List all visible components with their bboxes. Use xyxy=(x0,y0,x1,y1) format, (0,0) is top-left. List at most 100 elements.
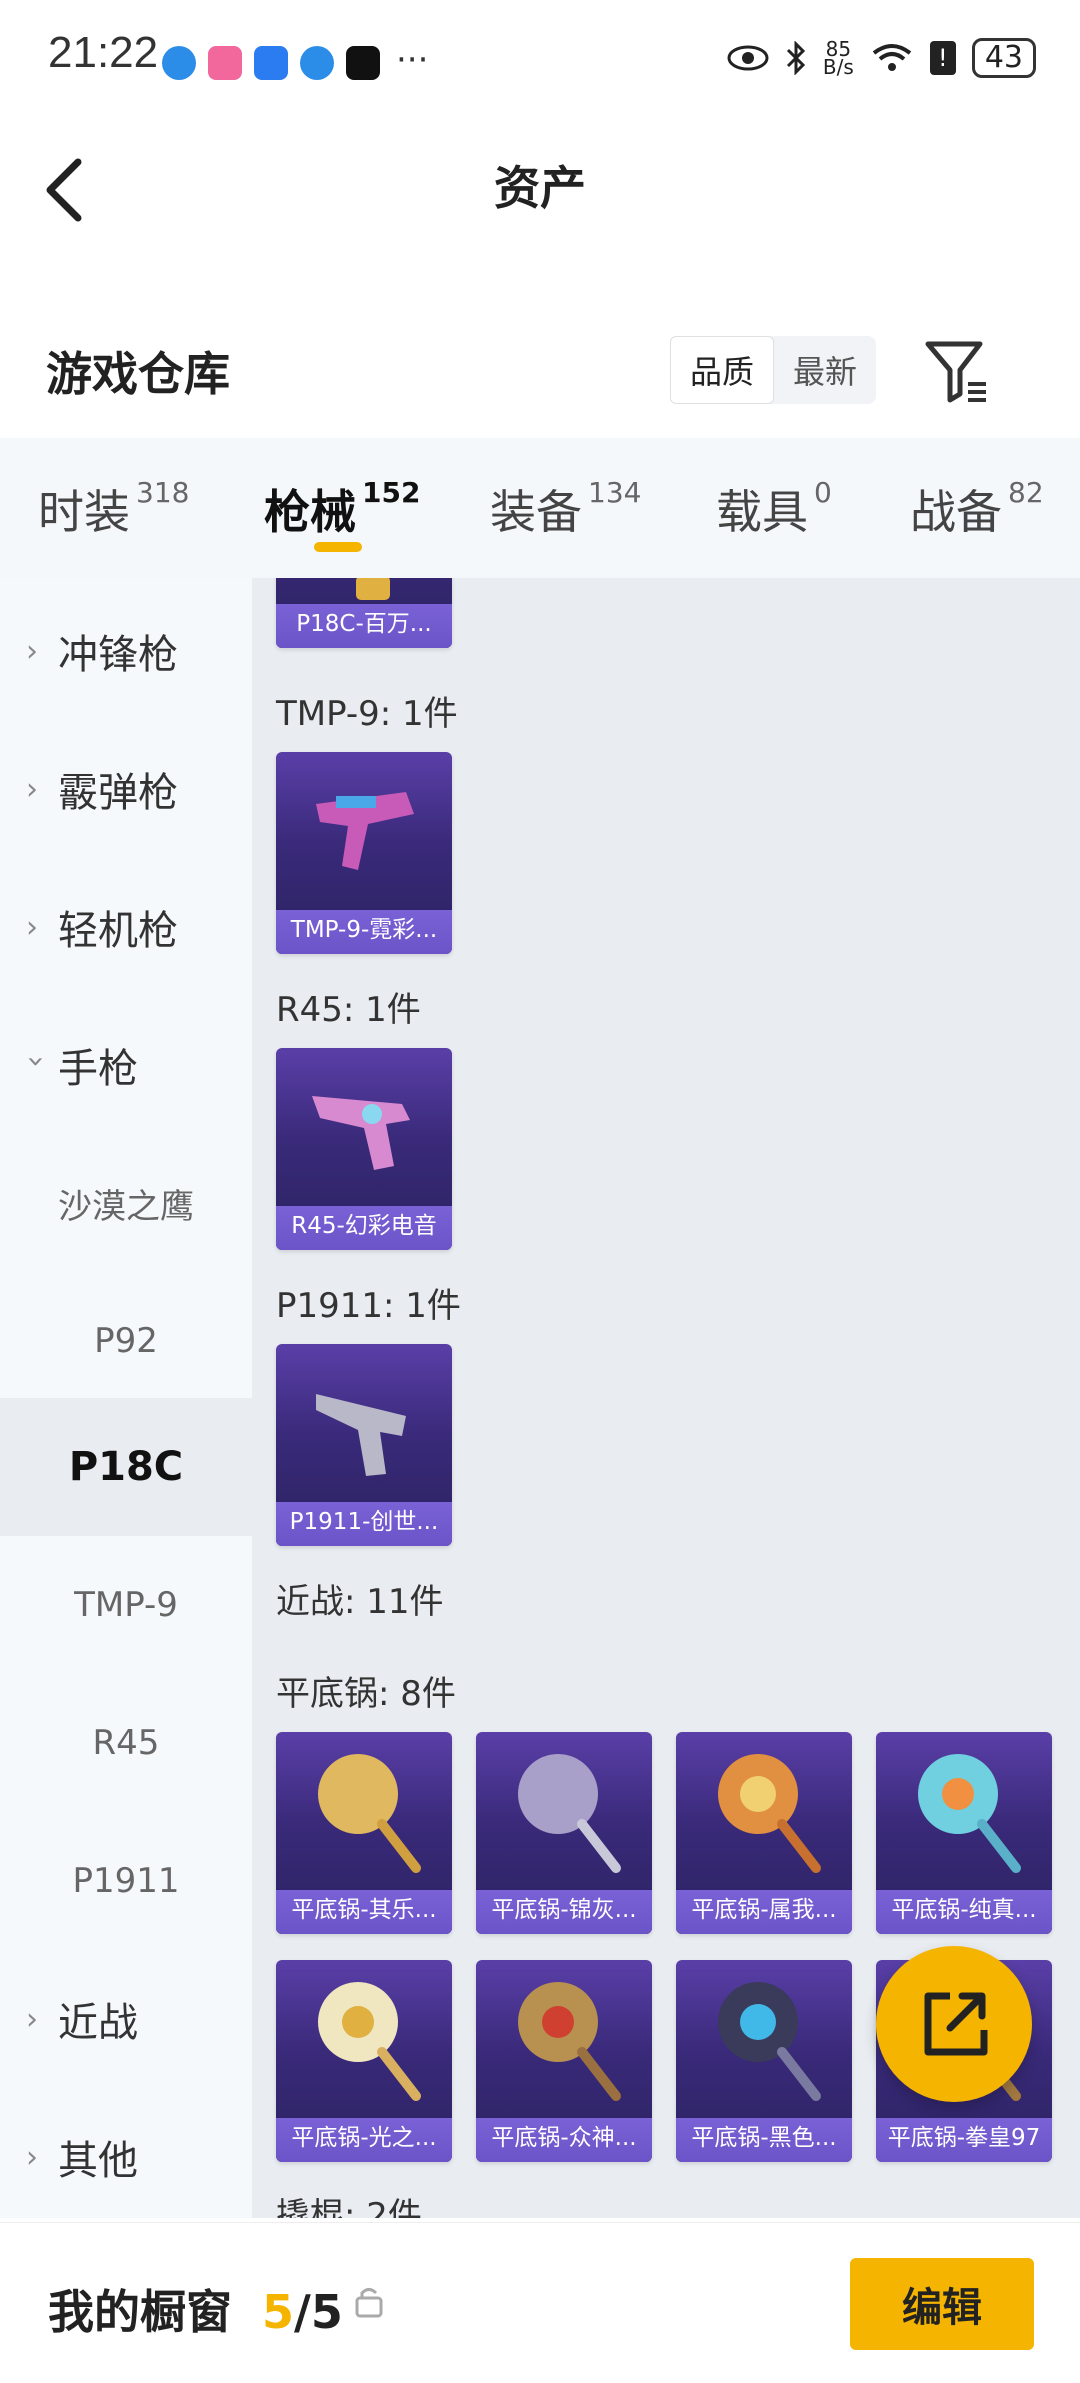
sort-toggle: 品质 最新 xyxy=(670,336,876,404)
item-card[interactable]: 平底锅-光之... xyxy=(276,1960,452,2162)
weapon-skin-thumbnail xyxy=(276,578,452,606)
sidebar-item-label: TMP-9 xyxy=(74,1585,178,1625)
chevron-right-icon: › xyxy=(26,909,38,945)
pan-skin-thumbnail xyxy=(476,1960,652,2120)
pan-skin-thumbnail xyxy=(676,1732,852,1892)
sidebar-item-other[interactable]: › 其他 xyxy=(0,2088,252,2226)
tab-count: 134 xyxy=(588,476,642,509)
tab-firearms[interactable]: 枪械 152 xyxy=(264,476,420,542)
bluetooth-icon xyxy=(786,41,806,75)
sort-quality-option[interactable]: 品质 xyxy=(670,336,774,404)
app-notification-icon xyxy=(300,46,334,80)
category-tabs: 时装 318 枪械 152 装备 134 载具 0 战备 82 xyxy=(0,438,1080,578)
warehouse-title: 游戏仓库 xyxy=(46,347,230,401)
tab-fashion[interactable]: 时装 318 xyxy=(38,476,189,542)
more-notifications-icon: ··· xyxy=(396,40,429,80)
tab-equipment[interactable]: 装备 134 xyxy=(490,476,641,542)
sidebar-item-desert-eagle[interactable]: 沙漠之鹰 xyxy=(0,1134,252,1272)
showcase-label: 我的橱窗 xyxy=(48,2285,232,2339)
revolver-skin-thumbnail xyxy=(276,1048,452,1208)
sidebar-item-p18c[interactable]: P18C xyxy=(0,1398,252,1536)
pan-skin-thumbnail xyxy=(276,1732,452,1892)
status-time: 21:22 xyxy=(48,28,159,77)
group-header: TMP-9: 1件 xyxy=(276,694,458,734)
sidebar-item-p92[interactable]: P92 xyxy=(0,1272,252,1410)
share-external-icon xyxy=(924,1992,988,2056)
group-header: 近战: 11件 xyxy=(276,1582,444,1622)
battery-indicator: 43 xyxy=(971,38,1036,78)
sidebar-item-label: 手枪 xyxy=(58,1046,138,1092)
sidebar-item-shotgun[interactable]: › 霰弹枪 xyxy=(0,720,252,858)
status-right: 85 B/s ! 43 xyxy=(727,38,1036,78)
group-header: 平底锅: 8件 xyxy=(276,1674,456,1714)
sidebar-item-lmg[interactable]: › 轻机枪 xyxy=(0,858,252,996)
sidebar-item-p1911[interactable]: P1911 xyxy=(0,1812,252,1950)
pan-skin-thumbnail xyxy=(876,1732,1052,1892)
smg-skin-thumbnail xyxy=(276,752,452,912)
chevron-down-icon: › xyxy=(18,1055,54,1067)
bluetooth-notification-icon xyxy=(254,46,288,80)
sidebar-item-melee[interactable]: › 近战 xyxy=(0,1950,252,2088)
group-header: 撬棍: 2件 xyxy=(276,2196,422,2218)
item-card[interactable]: 平底锅-锦灰... xyxy=(476,1732,652,1934)
pan-skin-thumbnail xyxy=(476,1732,652,1892)
wifi-icon xyxy=(872,44,912,71)
tiktok-notification-icon xyxy=(346,46,380,80)
item-card[interactable]: P18C-百万... xyxy=(276,578,452,648)
filter-icon xyxy=(925,341,986,403)
item-card[interactable]: TMP-9-霓彩... xyxy=(276,752,452,954)
app-notification-icon xyxy=(162,46,196,80)
group-header: R45: 1件 xyxy=(276,990,421,1030)
item-card-label: R45-幻彩电音 xyxy=(276,1206,452,1250)
sidebar-item-label: P1911 xyxy=(72,1861,180,1901)
page-title: 资产 xyxy=(494,161,586,215)
sidebar-item-label: 霰弹枪 xyxy=(58,770,178,816)
net-speed: 85 B/s xyxy=(823,39,854,77)
tab-count: 318 xyxy=(136,476,190,509)
sidebar-item-tmp9[interactable]: TMP-9 xyxy=(0,1536,252,1674)
sidebar-item-r45[interactable]: R45 xyxy=(0,1674,252,1812)
lock-icon xyxy=(354,2284,384,2322)
item-card[interactable]: R45-幻彩电音 xyxy=(276,1048,452,1250)
sidebar-item-label: 近战 xyxy=(58,2000,138,2046)
group-header: P1911: 1件 xyxy=(276,1286,461,1326)
tab-label: 时装 xyxy=(38,485,130,539)
item-card-label: 平底锅-属我... xyxy=(676,1890,852,1934)
tab-label: 枪械 xyxy=(264,485,356,539)
sidebar-item-smg[interactable]: › 冲锋枪 xyxy=(0,582,252,720)
tab-vehicles[interactable]: 载具 0 xyxy=(716,476,832,542)
share-fab[interactable] xyxy=(876,1946,1032,2102)
chevron-right-icon: › xyxy=(26,771,38,807)
active-tab-indicator xyxy=(314,542,362,552)
item-card-label: 平底锅-拳皇97 xyxy=(876,2118,1052,2162)
tab-label: 战备 xyxy=(910,485,1002,539)
sidebar-item-label: R45 xyxy=(92,1723,160,1763)
tab-label: 装备 xyxy=(490,485,582,539)
item-card-label: 平底锅-众神... xyxy=(476,2118,652,2162)
item-card[interactable]: 平底锅-属我... xyxy=(676,1732,852,1934)
item-card[interactable]: 平底锅-众神... xyxy=(476,1960,652,2162)
item-card-label: 平底锅-光之... xyxy=(276,2118,452,2162)
tab-count: 82 xyxy=(1008,476,1044,509)
sidebar-item-pistol[interactable]: › 手枪 xyxy=(0,996,252,1134)
item-card-label: 平底锅-其乐... xyxy=(276,1890,452,1934)
showcase-count-total: /5 xyxy=(294,2285,343,2339)
sort-newest-option[interactable]: 最新 xyxy=(774,336,876,404)
bilibili-notification-icon xyxy=(208,46,242,80)
showcase-title: 我的橱窗 5/5 xyxy=(48,2276,343,2342)
filter-button[interactable] xyxy=(920,336,1000,408)
weapon-category-sidebar: › 冲锋枪 › 霰弹枪 › 轻机枪 › 手枪 沙漠之鹰 P92 P18C TMP-9 R… xyxy=(0,578,252,2218)
edit-button[interactable]: 编辑 xyxy=(850,2258,1034,2350)
tab-combat-supplies[interactable]: 战备 82 xyxy=(910,476,1044,542)
showcase-count-current: 5 xyxy=(262,2285,295,2339)
item-card[interactable]: P1911-创世... xyxy=(276,1344,452,1546)
item-card[interactable]: 平底锅-其乐... xyxy=(276,1732,452,1934)
item-card[interactable]: 平底锅-纯真... xyxy=(876,1732,1052,1934)
pan-skin-thumbnail xyxy=(276,1960,452,2120)
sidebar-item-label: 沙漠之鹰 xyxy=(58,1186,194,1227)
sidebar-item-label: 其他 xyxy=(58,2138,138,2184)
sidebar-item-label: 冲锋枪 xyxy=(58,632,178,678)
tab-label: 载具 xyxy=(716,485,808,539)
sidebar-item-label: 轻机枪 xyxy=(58,908,178,954)
item-card[interactable]: 平底锅-黑色... xyxy=(676,1960,852,2162)
